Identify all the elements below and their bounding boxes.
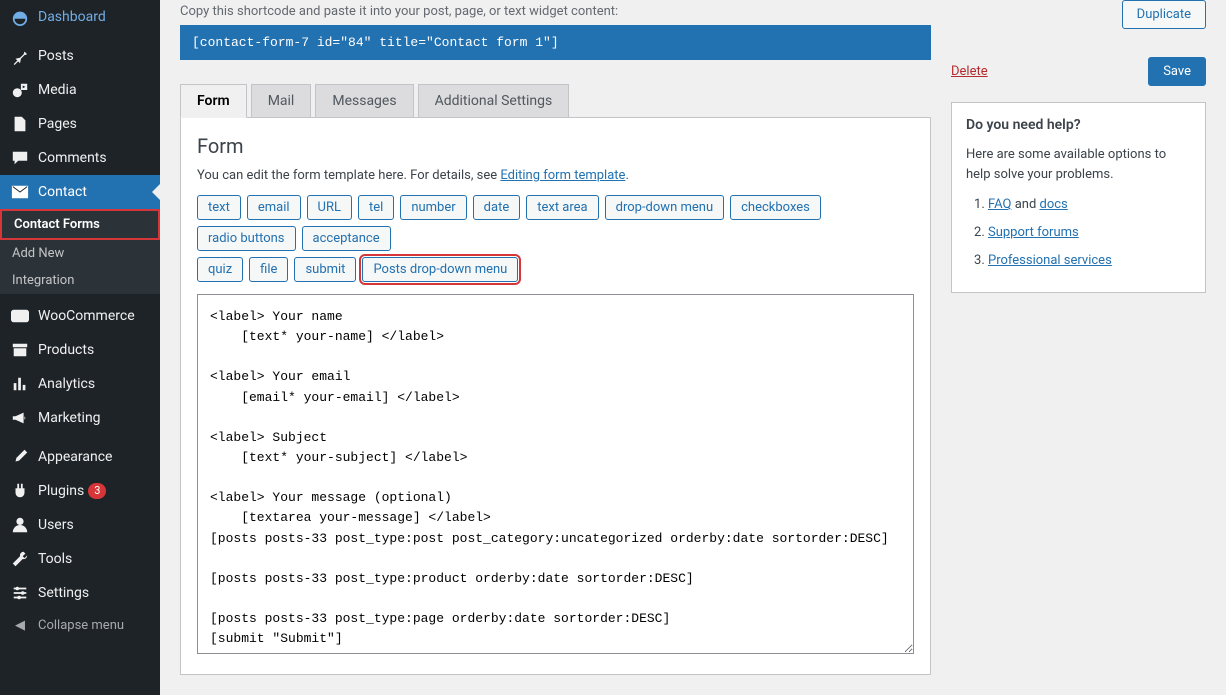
- label: Analytics: [38, 376, 95, 392]
- media-icon: [10, 80, 30, 100]
- tag-url[interactable]: URL: [307, 195, 352, 220]
- sidebar-item-tools[interactable]: Tools: [0, 542, 160, 576]
- brush-icon: [10, 447, 30, 467]
- label: Dashboard: [38, 9, 106, 25]
- tag-quiz[interactable]: quiz: [197, 257, 243, 282]
- tag-number[interactable]: number: [400, 195, 466, 220]
- sidebar-item-marketing[interactable]: Marketing: [0, 401, 160, 435]
- sidebar-item-pages[interactable]: Pages: [0, 107, 160, 141]
- plugins-badge: 3: [88, 483, 106, 499]
- tab-messages[interactable]: Messages: [315, 84, 413, 118]
- tab-mail[interactable]: Mail: [251, 84, 312, 118]
- archive-icon: [10, 340, 30, 360]
- megaphone-icon: [10, 408, 30, 428]
- dashboard-icon: [10, 7, 30, 27]
- label: Marketing: [38, 410, 101, 426]
- docs-link[interactable]: docs: [1040, 197, 1068, 212]
- sidebar-item-comments[interactable]: Comments: [0, 141, 160, 175]
- label: Posts: [38, 48, 74, 64]
- panel-title: Form: [197, 134, 914, 158]
- label: Users: [38, 517, 74, 533]
- editing-template-link[interactable]: Editing form template: [500, 168, 625, 183]
- sidebar-item-settings[interactable]: Settings: [0, 576, 160, 610]
- label: Pages: [38, 116, 77, 132]
- tag-tel[interactable]: tel: [358, 195, 394, 220]
- label: Settings: [38, 585, 89, 601]
- sidebar-item-woocommerce[interactable]: WooCommerce: [0, 299, 160, 333]
- tag-file[interactable]: file: [249, 257, 288, 282]
- sidebar-item-contact[interactable]: Contact: [0, 175, 160, 209]
- duplicate-button[interactable]: Duplicate: [1122, 0, 1206, 29]
- wrench-icon: [10, 549, 30, 569]
- sidebar-item-posts[interactable]: Posts: [0, 39, 160, 73]
- comment-icon: [10, 148, 30, 168]
- label: Media: [38, 82, 77, 98]
- tab-form[interactable]: Form: [180, 84, 247, 118]
- editor-tabs: Form Mail Messages Additional Settings: [180, 84, 931, 118]
- pin-icon: [10, 46, 30, 66]
- sidebar-item-plugins[interactable]: Plugins3: [0, 474, 160, 508]
- user-icon: [10, 515, 30, 535]
- submenu-add-new[interactable]: Add New: [0, 240, 160, 267]
- sidebar-item-analytics[interactable]: Analytics: [0, 367, 160, 401]
- label: Comments: [38, 150, 107, 166]
- faq-link[interactable]: FAQ: [988, 197, 1011, 212]
- chart-icon: [10, 374, 30, 394]
- plug-icon: [10, 481, 30, 501]
- sidebar-item-users[interactable]: Users: [0, 508, 160, 542]
- collapse-menu[interactable]: ◀Collapse menu: [0, 610, 160, 641]
- tag-textarea[interactable]: text area: [526, 195, 598, 220]
- help-item-3: Professional services: [988, 250, 1191, 272]
- help-item-1: FAQ and docs: [988, 194, 1191, 216]
- tag-email[interactable]: email: [247, 195, 301, 220]
- tag-text[interactable]: text: [197, 195, 241, 220]
- tag-checkboxes[interactable]: checkboxes: [730, 195, 821, 220]
- sidebar-item-appearance[interactable]: Appearance: [0, 440, 160, 474]
- sidebar-item-products[interactable]: Products: [0, 333, 160, 367]
- tag-acceptance[interactable]: acceptance: [302, 226, 391, 251]
- woo-icon: [10, 306, 30, 326]
- label: Tools: [38, 551, 72, 567]
- help-text: Here are some available options to help …: [966, 145, 1191, 184]
- sidebar-item-media[interactable]: Media: [0, 73, 160, 107]
- submenu-contact-forms[interactable]: Contact Forms: [0, 209, 160, 240]
- label: Appearance: [38, 449, 112, 465]
- admin-sidebar: Dashboard Posts Media Pages Comments Con…: [0, 0, 160, 695]
- sidebar-item-dashboard[interactable]: Dashboard: [0, 0, 160, 34]
- label: Plugins: [38, 483, 84, 499]
- label: Contact: [38, 184, 87, 200]
- tag-buttons-row2: quiz file submit Posts drop-down menu: [197, 257, 914, 282]
- label: Products: [38, 342, 94, 358]
- form-panel: Form You can edit the form template here…: [180, 118, 931, 675]
- mail-icon: [10, 182, 30, 202]
- shortcode-box[interactable]: [contact-form-7 id="84" title="Contact f…: [180, 25, 931, 60]
- sidebar-submenu: Contact Forms Add New Integration: [0, 209, 160, 294]
- tag-posts-dropdown[interactable]: Posts drop-down menu: [362, 257, 518, 282]
- delete-link[interactable]: Delete: [951, 64, 988, 79]
- collapse-icon: ◀: [10, 618, 30, 633]
- panel-hint: You can edit the form template here. For…: [197, 168, 914, 183]
- support-link[interactable]: Support forums: [988, 225, 1079, 240]
- tag-submit[interactable]: submit: [294, 257, 356, 282]
- shortcode-instruction: Copy this shortcode and paste it into yo…: [180, 4, 931, 19]
- tag-dropdown[interactable]: drop-down menu: [605, 195, 724, 220]
- save-button[interactable]: Save: [1148, 57, 1206, 86]
- tag-buttons-row1: text email URL tel number date text area…: [197, 195, 914, 251]
- pro-services-link[interactable]: Professional services: [988, 253, 1112, 268]
- form-template-editor[interactable]: [197, 294, 914, 654]
- help-box: Do you need help? Here are some availabl…: [951, 102, 1206, 293]
- slider-icon: [10, 583, 30, 603]
- tab-additional-settings[interactable]: Additional Settings: [418, 84, 570, 118]
- label: WooCommerce: [38, 308, 135, 324]
- tag-date[interactable]: date: [473, 195, 521, 220]
- submenu-integration[interactable]: Integration: [0, 267, 160, 294]
- page-icon: [10, 114, 30, 134]
- help-title: Do you need help?: [966, 117, 1191, 133]
- help-item-2: Support forums: [988, 222, 1191, 244]
- tag-radio[interactable]: radio buttons: [197, 226, 296, 251]
